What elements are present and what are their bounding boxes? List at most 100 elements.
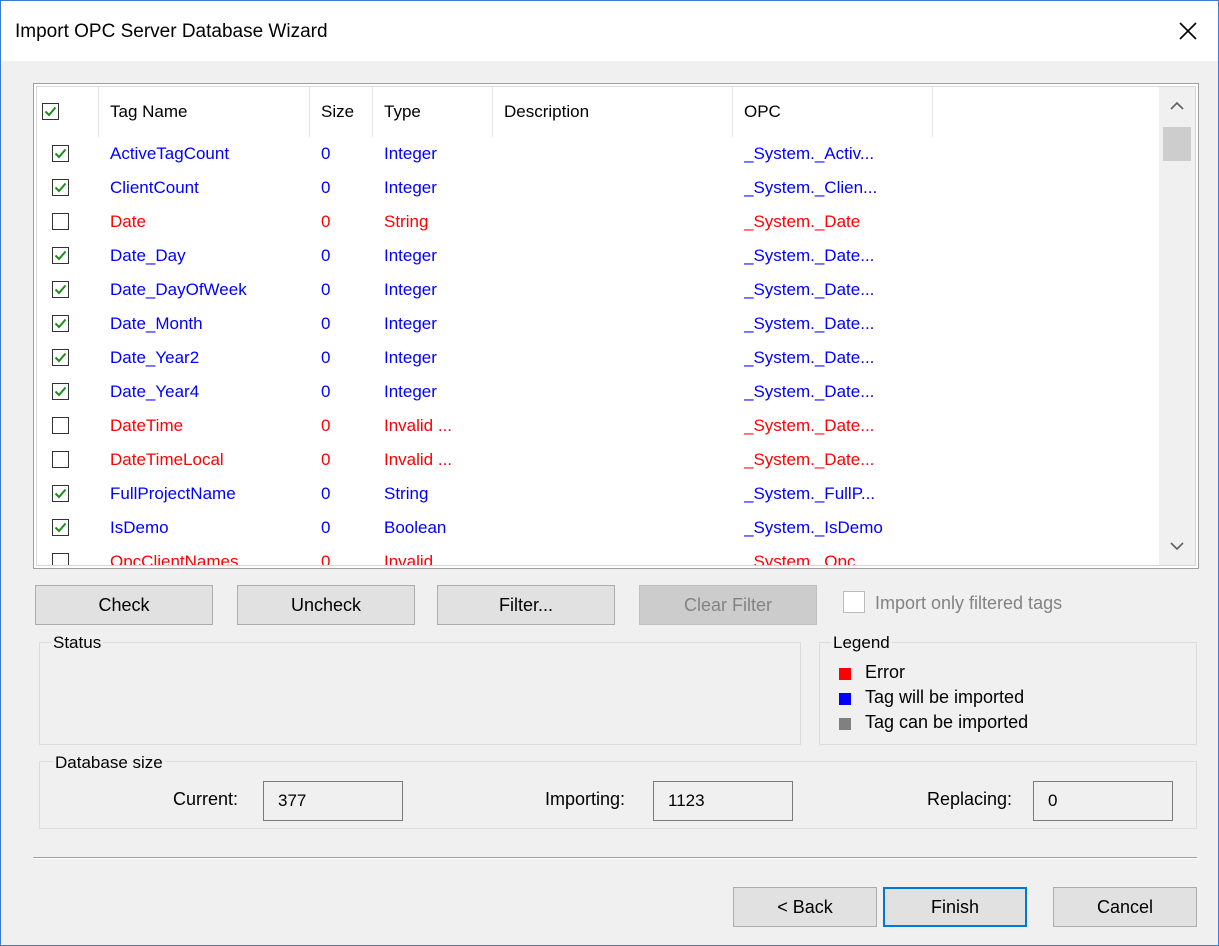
cell-opc: _System._Date... xyxy=(744,382,875,401)
cell-type: Integer xyxy=(384,246,437,265)
legend-can-import-label: Tag can be imported xyxy=(865,712,1029,732)
column-header-opc[interactable]: OPC xyxy=(733,87,933,137)
row-checkbox[interactable] xyxy=(52,281,69,298)
cell-type: Invalid ... xyxy=(384,450,453,469)
checkmark-icon xyxy=(44,106,57,117)
checkmark-icon xyxy=(54,182,67,193)
cell-tag-name: Date_Month xyxy=(110,314,203,333)
table-row[interactable]: Date_Year2 0 Integer _System._Date... xyxy=(37,341,1161,375)
table-row[interactable]: FullProjectName 0 String _System._FullP... xyxy=(37,477,1161,511)
table-row[interactable]: ClientCount 0 Integer _System._Clien... xyxy=(37,171,1161,205)
checkmark-icon xyxy=(54,318,67,329)
header-check-column[interactable] xyxy=(37,87,99,137)
cancel-button[interactable]: Cancel xyxy=(1053,887,1197,927)
vertical-scrollbar[interactable] xyxy=(1159,87,1195,565)
clear-filter-button[interactable]: Clear Filter xyxy=(639,585,817,625)
cell-size: 0 xyxy=(321,450,331,469)
table-row[interactable]: IsDemo 0 Boolean _System._IsDemo xyxy=(37,511,1161,545)
cell-tag-name: DateTimeLocal xyxy=(110,450,224,469)
table-row[interactable]: Date_Month 0 Integer _System._Date... xyxy=(37,307,1161,341)
cell-tag-name: Date_Year2 xyxy=(110,348,200,367)
select-all-checkbox[interactable] xyxy=(42,103,59,120)
column-header-tag-name[interactable]: Tag Name xyxy=(99,87,310,137)
tag-list-header: Tag Name Size Type Description OPC xyxy=(37,87,1161,137)
checkmark-icon xyxy=(54,352,67,363)
cell-tag-name: Date_Day xyxy=(110,246,186,265)
close-button[interactable] xyxy=(1158,1,1218,61)
column-header-size[interactable]: Size xyxy=(310,87,373,137)
cell-type: Integer xyxy=(384,348,437,367)
tag-list[interactable]: Tag Name Size Type Description OPC Activ… xyxy=(33,83,1199,569)
row-checkbox[interactable] xyxy=(52,179,69,196)
column-header-description[interactable]: Description xyxy=(493,87,733,137)
cell-type: Integer xyxy=(384,382,437,401)
import-only-filtered-checkbox[interactable] xyxy=(843,591,865,613)
uncheck-button[interactable]: Uncheck xyxy=(237,585,415,625)
row-checkbox[interactable] xyxy=(52,349,69,366)
window-title: Import OPC Server Database Wizard xyxy=(15,21,328,42)
table-row[interactable]: DateTime 0 Invalid ... _System._Date... xyxy=(37,409,1161,443)
filter-button[interactable]: Filter... xyxy=(437,585,615,625)
legend-import-label: Tag will be imported xyxy=(865,687,1025,707)
cell-opc: _System._Date... xyxy=(744,246,875,265)
row-checkbox[interactable] xyxy=(52,553,69,565)
cell-size: 0 xyxy=(321,348,331,367)
table-row[interactable]: ActiveTagCount 0 Integer _System._Activ... xyxy=(37,137,1161,171)
cell-type: Invalid xyxy=(384,552,434,566)
back-button[interactable]: < Back xyxy=(733,887,877,927)
row-checkbox[interactable] xyxy=(52,315,69,332)
row-checkbox[interactable] xyxy=(52,451,69,468)
legend-error-swatch xyxy=(839,668,851,680)
cell-tag-name: IsDemo xyxy=(110,518,169,537)
check-button[interactable]: Check xyxy=(35,585,213,625)
column-header-type[interactable]: Type xyxy=(373,87,493,137)
table-row[interactable]: DateTimeLocal 0 Invalid ... _System._Date..… xyxy=(37,443,1161,477)
cell-description xyxy=(504,375,732,409)
row-checkbox[interactable] xyxy=(52,417,69,434)
cell-size: 0 xyxy=(321,178,331,197)
table-row[interactable]: Date_DayOfWeek 0 Integer _System._Date... xyxy=(37,273,1161,307)
table-row[interactable]: Date_Year4 0 Integer _System._Date... xyxy=(37,375,1161,409)
cell-type: Integer xyxy=(384,178,437,197)
row-checkbox[interactable] xyxy=(52,145,69,162)
database-size-title: Database size xyxy=(53,753,165,773)
cell-type: Boolean xyxy=(384,518,447,537)
scroll-down-icon[interactable] xyxy=(1169,541,1185,551)
cell-type: String xyxy=(384,484,429,503)
scroll-up-icon[interactable] xyxy=(1169,101,1185,111)
row-checkbox[interactable] xyxy=(52,213,69,230)
cell-description xyxy=(504,409,732,443)
cell-type: Integer xyxy=(384,280,437,299)
scrollbar-thumb[interactable] xyxy=(1163,127,1191,161)
table-row[interactable]: OpcClientNames 0 Invalid _System._Opc... xyxy=(37,545,1161,566)
cell-description xyxy=(504,307,732,341)
finish-button[interactable]: Finish xyxy=(883,887,1027,927)
checkmark-icon xyxy=(54,386,67,397)
checkmark-icon xyxy=(54,250,67,261)
cell-size: 0 xyxy=(321,518,331,537)
row-checkbox[interactable] xyxy=(52,485,69,502)
cell-opc: _System._Date... xyxy=(744,450,875,469)
legend-import-swatch xyxy=(839,693,851,705)
footer-separator xyxy=(33,857,1197,859)
checkmark-icon xyxy=(54,284,67,295)
cell-opc: _System._Date... xyxy=(744,314,875,333)
cell-size: 0 xyxy=(321,314,331,333)
row-checkbox[interactable] xyxy=(52,519,69,536)
row-checkbox[interactable] xyxy=(52,247,69,264)
table-row[interactable]: Date_Day 0 Integer _System._Date... xyxy=(37,239,1161,273)
cell-size: 0 xyxy=(321,280,331,299)
cell-description xyxy=(504,443,732,477)
cell-opc: _System._Clien... xyxy=(744,178,878,197)
table-row[interactable]: Date 0 String _System._Date xyxy=(37,205,1161,239)
cell-opc: _System._Date xyxy=(744,212,861,231)
cell-opc: _System._Activ... xyxy=(744,144,875,163)
row-checkbox[interactable] xyxy=(52,383,69,400)
cell-tag-name: ActiveTagCount xyxy=(110,144,230,163)
cell-description xyxy=(504,273,732,307)
cell-type: Integer xyxy=(384,144,437,163)
cell-description xyxy=(504,171,732,205)
cell-opc: _System._Date... xyxy=(744,348,875,367)
cell-size: 0 xyxy=(321,382,331,401)
replacing-size-field: 0 xyxy=(1033,781,1173,821)
